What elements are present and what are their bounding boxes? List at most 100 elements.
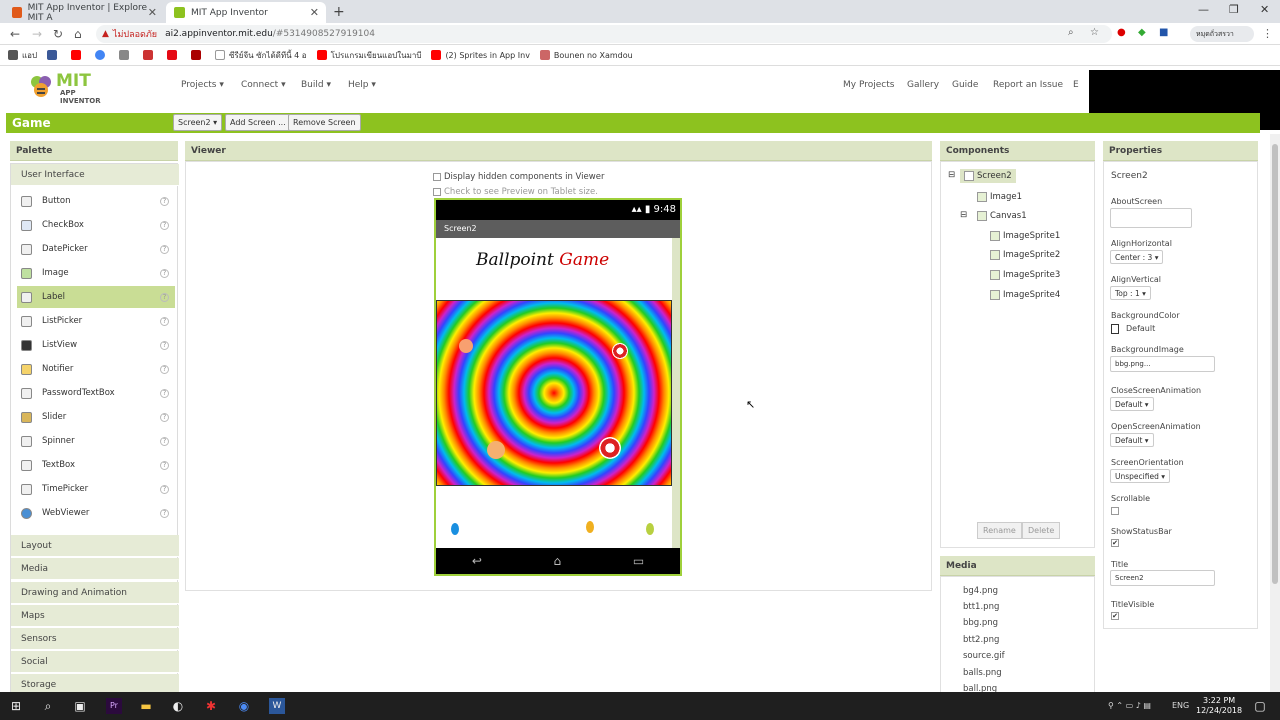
collapse-toggle-icon[interactable]: ⊟ xyxy=(960,210,967,220)
help-icon[interactable]: ? xyxy=(160,196,169,206)
open-animation-dropdown[interactable]: Default ▾ xyxy=(1110,433,1154,447)
tree-node-image1[interactable]: Image1 xyxy=(977,192,1022,202)
category-media[interactable]: Media xyxy=(11,558,179,580)
browser-tab-explore[interactable]: MIT App Inventor | Explore MIT A ✕ xyxy=(4,2,164,23)
background-color-value[interactable]: Default xyxy=(1126,324,1155,333)
palette-item-button[interactable]: Button? xyxy=(17,190,175,212)
align-horizontal-dropdown[interactable]: Center : 3 ▾ xyxy=(1110,250,1164,264)
palette-item-datepicker[interactable]: DatePicker? xyxy=(17,238,175,260)
bookmark-sprites[interactable]: (2) Sprites in App Inv xyxy=(431,50,530,60)
tree-node-imagesprite1[interactable]: ImageSprite1 xyxy=(990,231,1060,241)
help-icon[interactable]: ? xyxy=(160,292,169,302)
bookmark-apps[interactable]: แอป xyxy=(8,49,37,62)
tray-icons[interactable]: ⚲ ⌃ ▭ ♪ ▤ xyxy=(1108,701,1151,710)
imagesprite2[interactable] xyxy=(612,343,628,359)
file-explorer-icon[interactable]: ▬ xyxy=(138,698,154,714)
zoom-icon[interactable]: ⌕ xyxy=(1068,27,1074,38)
page-scrollbar[interactable] xyxy=(1270,134,1280,692)
scrollable-checkbox[interactable] xyxy=(1111,507,1119,515)
bookmark-netflix[interactable] xyxy=(167,50,181,60)
menu-projects[interactable]: Projects ▾ xyxy=(181,80,224,90)
kebab-menu-icon[interactable]: ⋮ xyxy=(1262,27,1273,40)
background-image-field[interactable]: bbg.png... xyxy=(1110,356,1215,372)
link-report-issue[interactable]: Report an Issue xyxy=(993,80,1063,90)
category-social[interactable]: Social xyxy=(11,651,179,673)
system-clock[interactable]: 3:22 PM 12/24/2018 xyxy=(1196,696,1242,716)
bookmark-series[interactable]: ซีรีย์จีน ซักได้ดีทีนี้ 4 อ xyxy=(215,49,307,62)
bookmark-misc[interactable] xyxy=(119,50,133,60)
help-icon[interactable]: ? xyxy=(160,244,169,254)
imagesprite3[interactable] xyxy=(487,441,505,459)
palette-item-spinner[interactable]: Spinner? xyxy=(17,430,175,452)
media-file[interactable]: balls.png xyxy=(963,668,1002,678)
add-screen-button[interactable]: Add Screen ... xyxy=(225,114,291,131)
media-file[interactable]: bg4.png xyxy=(963,586,998,596)
screen-dropdown[interactable]: Screen2 ▾ xyxy=(173,114,223,131)
app-icon[interactable]: ◐ xyxy=(170,698,186,714)
task-view-icon[interactable]: ▣ xyxy=(72,698,88,714)
image1-title-image[interactable]: Ballpoint Game xyxy=(476,250,609,270)
palette-item-textbox[interactable]: TextBox? xyxy=(17,454,175,476)
menu-connect[interactable]: Connect ▾ xyxy=(241,80,286,90)
tree-node-imagesprite4[interactable]: ImageSprite4 xyxy=(990,290,1060,300)
palette-item-passwordtextbox[interactable]: PasswordTextBox? xyxy=(17,382,175,404)
back-icon[interactable]: ← xyxy=(10,27,20,41)
help-icon[interactable]: ? xyxy=(160,220,169,230)
tree-node-screen2[interactable]: Screen2 xyxy=(960,169,1016,183)
bookmark-youtube[interactable] xyxy=(71,50,85,60)
help-icon[interactable]: ? xyxy=(160,364,169,374)
word-icon[interactable]: W xyxy=(269,698,285,714)
notification-icon[interactable]: ▢ xyxy=(1252,698,1268,714)
menu-build[interactable]: Build ▾ xyxy=(301,80,331,90)
bookmark-google[interactable] xyxy=(95,50,109,60)
extension-icon[interactable]: ◆ xyxy=(1138,27,1146,38)
menu-help[interactable]: Help ▾ xyxy=(348,80,376,90)
help-icon[interactable]: ? xyxy=(160,484,169,494)
palette-item-checkbox[interactable]: CheckBox? xyxy=(17,214,175,236)
media-file[interactable]: btt1.png xyxy=(963,602,999,612)
browser-tab-app-inventor[interactable]: MIT App Inventor ✕ xyxy=(166,2,326,23)
media-file[interactable]: bbg.png xyxy=(963,618,998,628)
windows-start-icon[interactable]: ⊞ xyxy=(8,698,24,714)
close-window-icon[interactable]: ✕ xyxy=(1260,3,1269,16)
help-icon[interactable]: ? xyxy=(160,508,169,518)
align-vertical-dropdown[interactable]: Top : 1 ▾ xyxy=(1110,286,1151,300)
reload-icon[interactable]: ↻ xyxy=(53,27,63,41)
show-statusbar-checkbox[interactable]: ✔ xyxy=(1111,539,1119,547)
bookmark-facebook[interactable] xyxy=(47,50,61,60)
help-icon[interactable]: ? xyxy=(160,340,169,350)
help-icon[interactable]: ? xyxy=(160,316,169,326)
category-sensors[interactable]: Sensors xyxy=(11,628,179,650)
palette-item-timepicker[interactable]: TimePicker? xyxy=(17,478,175,500)
app-icon[interactable]: ✱ xyxy=(203,698,219,714)
media-file[interactable]: source.gif xyxy=(963,651,1005,661)
palette-item-label-selected[interactable]: Label? xyxy=(17,286,175,308)
tablet-preview-checkbox[interactable]: Check to see Preview on Tablet size. xyxy=(433,187,598,197)
tree-node-imagesprite3[interactable]: ImageSprite3 xyxy=(990,270,1060,280)
bookmark-bounen[interactable]: Bounen no Xamdou xyxy=(539,50,633,60)
palette-item-image[interactable]: Image? xyxy=(17,262,175,284)
help-icon[interactable]: ? xyxy=(160,436,169,446)
category-user-interface[interactable]: User Interface xyxy=(11,164,179,186)
tree-node-canvas1[interactable]: Canvas1 xyxy=(977,211,1027,221)
help-icon[interactable]: ? xyxy=(160,388,169,398)
collapse-toggle-icon[interactable]: ⊟ xyxy=(948,170,955,180)
imagesprite1[interactable] xyxy=(459,339,473,353)
help-icon[interactable]: ? xyxy=(160,460,169,470)
remove-screen-button[interactable]: Remove Screen xyxy=(288,114,361,131)
premiere-icon[interactable]: Pr xyxy=(106,698,122,714)
opera-extension-icon[interactable]: ● xyxy=(1117,27,1126,38)
tree-node-imagesprite2[interactable]: ImageSprite2 xyxy=(990,250,1060,260)
extension-icon[interactable]: ■ xyxy=(1159,27,1168,38)
palette-item-listpicker[interactable]: ListPicker? xyxy=(17,310,175,332)
screen2-canvas-area[interactable]: Ballpoint Game xyxy=(436,238,672,548)
restore-icon[interactable]: ❐ xyxy=(1229,3,1239,16)
orientation-dropdown[interactable]: Unspecified ▾ xyxy=(1110,469,1170,483)
category-maps[interactable]: Maps xyxy=(11,605,179,627)
title-field[interactable]: Screen2 xyxy=(1110,570,1215,586)
canvas1[interactable] xyxy=(436,300,672,486)
bookmark-misc[interactable] xyxy=(191,50,205,60)
link-gallery[interactable]: Gallery xyxy=(907,80,939,90)
help-icon[interactable]: ? xyxy=(160,412,169,422)
display-hidden-checkbox[interactable]: Display hidden components in Viewer xyxy=(433,172,604,182)
